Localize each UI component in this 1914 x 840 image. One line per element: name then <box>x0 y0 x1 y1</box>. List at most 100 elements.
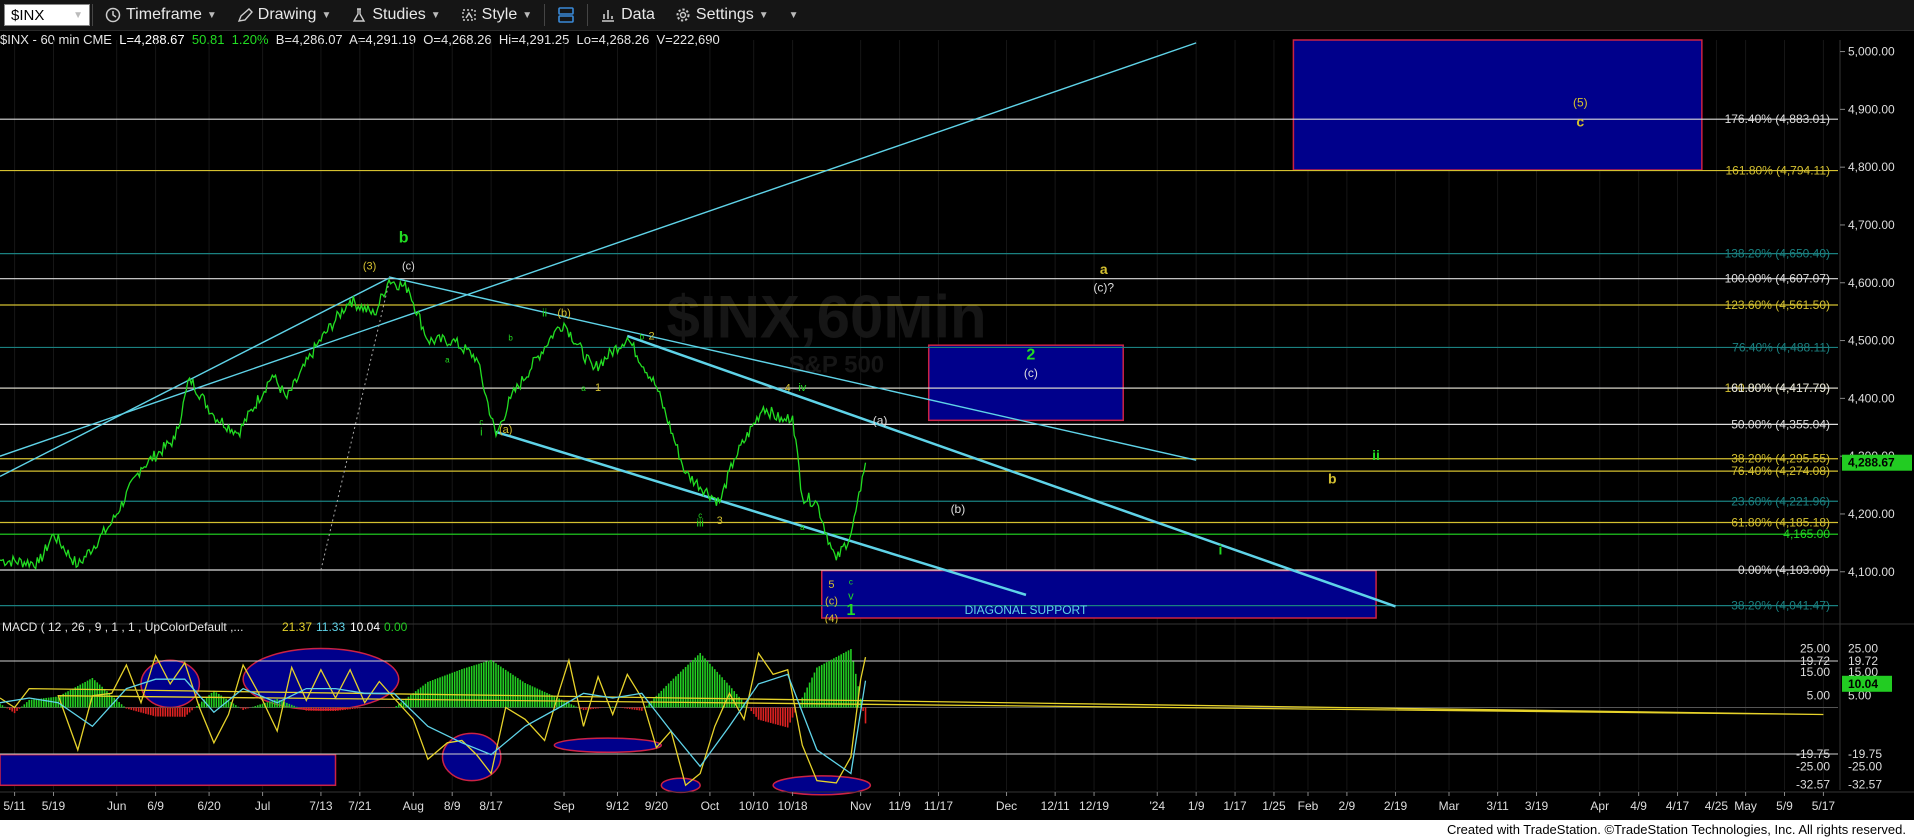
x-tick-label: Mar <box>1439 799 1460 813</box>
wave-label: 2 <box>1026 347 1035 364</box>
macd-level-label: -25.00 <box>1796 759 1830 773</box>
y-tick-label: 4,600.00 <box>1848 276 1895 290</box>
fib-level-label: 4,165.00 <box>1783 527 1830 541</box>
macd-ellipse <box>242 647 400 711</box>
x-tick-label: Jul <box>255 799 270 813</box>
wave-label: (a) <box>873 413 888 427</box>
x-tick-label: 10/10 <box>739 799 769 813</box>
wave-label: a <box>1100 261 1108 277</box>
y-tick-label: 4,800.00 <box>1848 160 1895 174</box>
x-tick-label: 5/11 <box>3 799 26 813</box>
wave-label: 5 <box>828 579 834 591</box>
wave-label: (b) <box>951 502 966 516</box>
y-tick-label: 4,200.00 <box>1848 507 1895 521</box>
x-tick-label: 1/9 <box>1188 799 1205 813</box>
last-price-label: 4,288.67 <box>1848 456 1895 470</box>
watermark-name: S&P 500 <box>789 351 885 378</box>
wave-label: ii <box>542 307 547 319</box>
fib-level-label: 0.00% (4,103.00) <box>1738 563 1830 577</box>
wave-label: v <box>848 591 854 603</box>
x-tick-label: 6/9 <box>147 799 164 813</box>
wave-label: 4 <box>785 382 791 394</box>
x-tick-label: 3/19 <box>1525 799 1549 813</box>
fib-level-label: 38.20% (4,041.47) <box>1731 599 1830 613</box>
wave-label: DIAGONAL SUPPORT <box>965 603 1088 617</box>
wave-label: (b) <box>557 307 570 319</box>
macd-ellipse <box>553 737 663 754</box>
x-tick-label: Apr <box>1590 799 1609 813</box>
x-tick-label: 6/20 <box>197 799 221 813</box>
wave-label: (c) <box>825 596 838 608</box>
x-tick-label: Jun <box>107 799 126 813</box>
x-tick-label: 7/21 <box>348 799 372 813</box>
x-tick-label: 11/17 <box>924 799 953 813</box>
fib-level-label: 161.80% (4,794.11) <box>1725 164 1830 178</box>
x-tick-label: 9/20 <box>645 799 669 813</box>
x-tick-label: '24 <box>1149 799 1165 813</box>
macd-ellipse <box>660 777 701 794</box>
wave-label: (5) <box>1573 95 1588 109</box>
wave-label: a <box>581 384 586 393</box>
macd-level-label: -32.57 <box>1796 777 1830 791</box>
wave-label: i <box>480 426 482 438</box>
wave-label: 3 <box>717 515 723 527</box>
macd-panel[interactable]: MACD ( 12 , 26 , 9 , 1 , 1 , UpColorDefa… <box>0 620 1914 796</box>
wave-label: (c) <box>1024 366 1038 380</box>
x-tick-label: Dec <box>996 799 1017 813</box>
wave-label: a <box>800 523 805 532</box>
wave-label: c <box>479 417 483 426</box>
trend-line <box>0 277 390 478</box>
wave-label: b <box>508 334 513 343</box>
fib-level-label: 76.40% (4,274.08) <box>1731 464 1830 478</box>
wave-label: c <box>849 577 853 586</box>
wave-label: a <box>445 356 450 365</box>
macd-y-label: -32.57 <box>1848 777 1882 791</box>
wave-label: iv <box>798 382 806 394</box>
macd-last-label: 10.04 <box>1848 677 1878 691</box>
x-tick-label: 4/17 <box>1666 799 1690 813</box>
fib-levels: 176.40% (4,883.01) 161.80% (4,794.11) 138.… <box>0 112 1838 613</box>
x-tick-label: 8/9 <box>444 799 461 813</box>
x-tick-label: Feb <box>1298 799 1319 813</box>
wave-label: (a) <box>499 424 512 436</box>
fib-level-label: 176.40% (4,883.01) <box>1725 112 1830 126</box>
wave-label: c <box>1576 114 1584 130</box>
x-tick-label: 11/9 <box>888 799 911 813</box>
macd-level-label: 15.00 <box>1800 665 1830 679</box>
fib-level-label: 100.00% (4,607.07) <box>1725 272 1830 286</box>
macd-y-label: -25.00 <box>1848 759 1882 773</box>
fib-level-label: 123.60% (4,561.50) <box>1725 298 1830 312</box>
macd-value: 0.00 <box>384 620 408 634</box>
x-tick-label: Nov <box>850 799 871 813</box>
wave-label: (c) <box>402 260 415 272</box>
x-tick-label: 3/11 <box>1486 799 1509 813</box>
time-axis[interactable]: 5/11 5/19 Jun 6/9 6/20 Jul 7/13 7/21 Aug 8/9 8/17 S… <box>0 791 1914 813</box>
fib-level-label: 138.20% (4,650.40) <box>1725 247 1830 261</box>
y-tick-label: 4,700.00 <box>1848 218 1895 232</box>
x-tick-label: 12/19 <box>1079 799 1109 813</box>
wave-label: b <box>399 229 409 246</box>
y-tick-label: 4,900.00 <box>1848 102 1895 116</box>
macd-box <box>0 753 337 787</box>
target-box <box>1292 39 1703 171</box>
x-tick-label: 4/25 <box>1705 799 1729 813</box>
wave-label: i <box>1219 541 1223 557</box>
x-tick-label: May <box>1734 799 1757 813</box>
wave-label: (3) <box>363 260 376 272</box>
x-tick-label: 8/17 <box>479 799 503 813</box>
macd-level-label: 5.00 <box>1807 689 1831 703</box>
macd-value: 10.04 <box>350 620 380 634</box>
x-tick-label: 4/9 <box>1630 799 1647 813</box>
x-tick-label: 2/9 <box>1339 799 1356 813</box>
x-tick-label: 1/17 <box>1223 799 1247 813</box>
x-tick-label: 5/9 <box>1776 799 1793 813</box>
x-tick-label: Oct <box>701 799 720 813</box>
x-tick-label: 5/17 <box>1812 799 1836 813</box>
footer-credit: Created with TradeStation. ©TradeStation… <box>0 820 1914 840</box>
y-tick-label: 4,400.00 <box>1848 391 1895 405</box>
x-tick-label: Aug <box>403 799 424 813</box>
x-tick-label: 5/19 <box>42 799 66 813</box>
x-tick-label: 12/11 <box>1041 799 1070 813</box>
wave-label: 2 <box>649 330 655 342</box>
chart-area[interactable]: $INX,60MinS&P 500 176.40% (4,883.01)161.… <box>0 0 1914 820</box>
